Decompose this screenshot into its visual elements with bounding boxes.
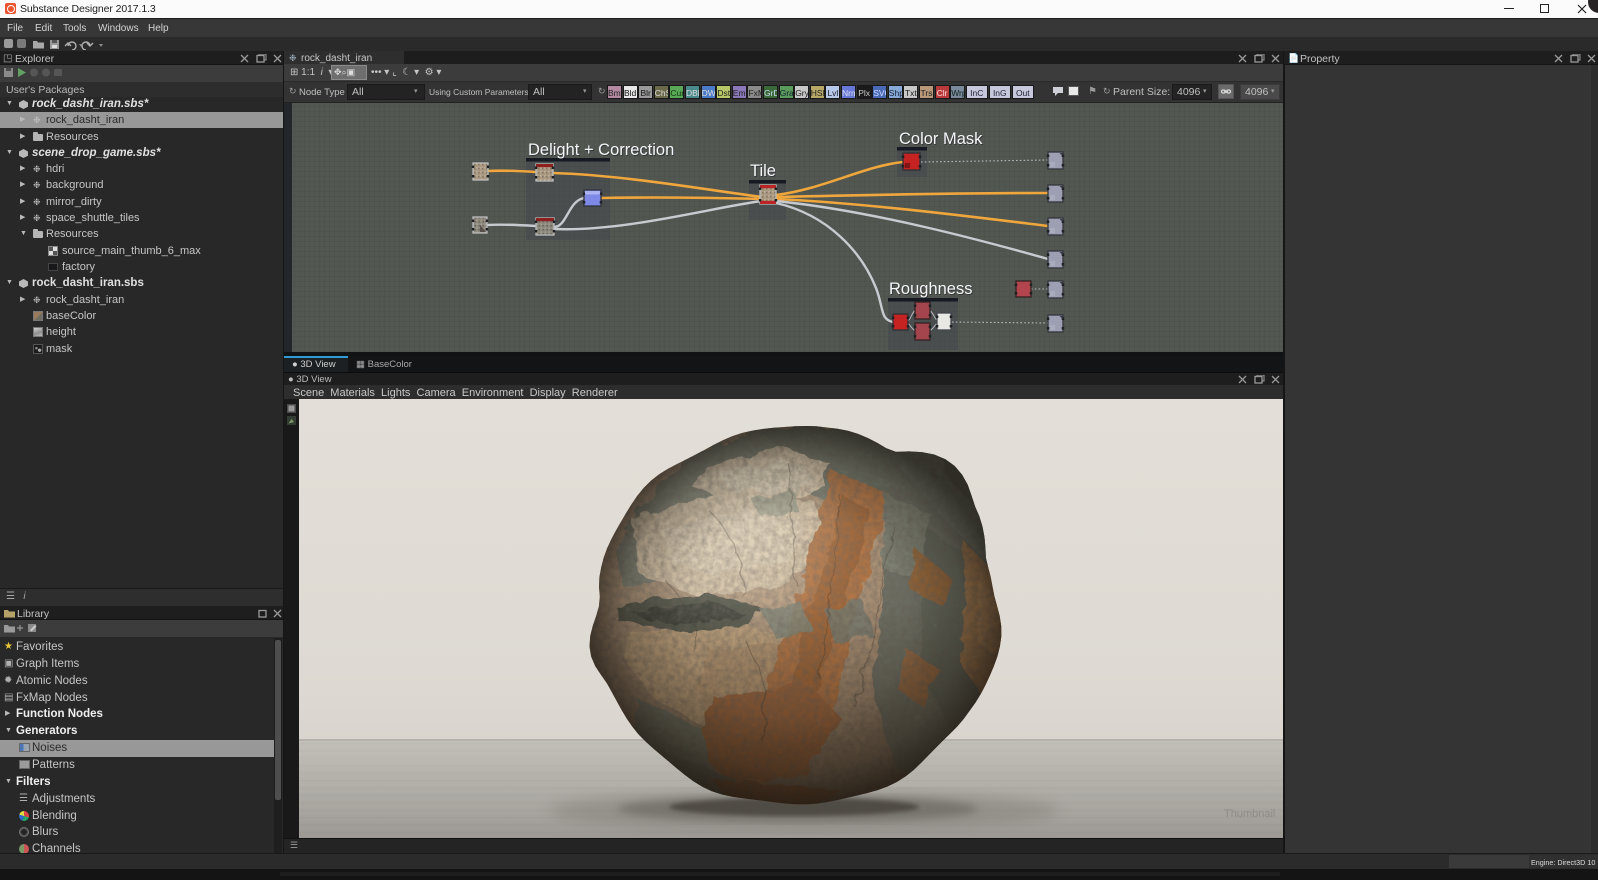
- svg-text:Thumbnail: Thumbnail: [1224, 808, 1275, 820]
- svg-text:Color Mask: Color Mask: [899, 130, 983, 148]
- svg-text:Roughness: Roughness: [889, 280, 972, 298]
- svg-text:Tile: Tile: [750, 162, 776, 180]
- svg-text:Delight + Correction: Delight + Correction: [528, 141, 674, 159]
